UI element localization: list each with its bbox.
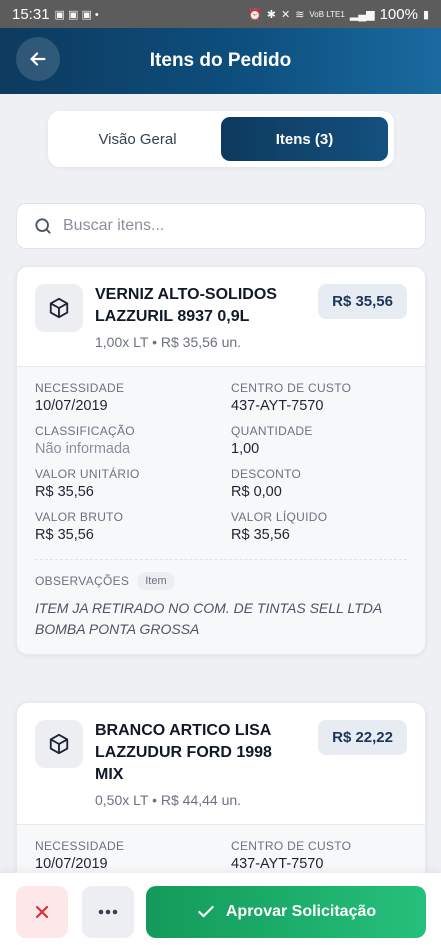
notification-icon: ▣ ▣ ▣ • [54,8,99,21]
item-qty-line: 1,00x LT [95,334,149,350]
segmented-tabs: Visão Geral Itens (3) [48,111,394,167]
package-icon [49,733,69,755]
app-header: Itens do Pedido [0,28,441,94]
observations-header: OBSERVAÇÕES Item [35,572,407,590]
observations-text: ITEM JA RETIRADO NO COM. DE TINTAS SELL … [35,600,382,637]
field-need: NECESSIDADE 10/07/2019 [35,839,125,872]
reject-button[interactable] [16,886,68,938]
field-need: NECESSIDADE 10/07/2019 [35,381,125,414]
item-icon-box [35,284,83,332]
tab-items[interactable]: Itens (3) [221,117,388,161]
item-qty: 0,50x LT • R$ 44,44 un. [95,792,407,808]
tab-overview[interactable]: Visão Geral [54,117,221,161]
field-cost-center: CENTRO DE CUSTO 437-AYT-7570 [231,839,352,872]
close-icon [35,905,49,919]
battery-icon: ▮ [422,8,429,21]
item-unit-price: R$ 35,56 un. [160,334,242,350]
item-name: VERNIZ ALTO-SOLIDOS LAZZURIL 8937 0,9L [95,286,277,325]
page-title: Itens do Pedido [149,50,292,71]
item-qty-line: 0,50x LT [95,792,149,808]
field-discount: DESCONTO R$ 0,00 [231,467,302,500]
check-icon [198,905,214,918]
item-details: NECESSIDADE 10/07/2019 CENTRO DE CUSTO 437… [17,366,425,654]
action-bar: Aprovar Solicitação [0,873,441,945]
item-unit-price: R$ 44,44 un. [160,792,242,808]
battery-level: 100% [379,5,418,23]
more-options-button[interactable] [82,886,134,938]
field-net-value: VALOR LÍQUIDO R$ 35,56 [231,510,328,543]
mute-icon: ✕ [280,8,291,21]
dot-separator: • [152,792,161,808]
item-qty: 1,00x LT • R$ 35,56 un. [95,334,407,350]
item-card-header: VERNIZ ALTO-SOLIDOS LAZZURIL 8937 0,9L 1… [17,267,425,350]
item-total-badge: R$ 35,56 [318,284,407,319]
status-bar: 15:31 ▣ ▣ ▣ • ⏰ ✱ ✕ ≋ VoB LTE1 ▂▄▆ 100% … [0,0,441,28]
bluetooth-icon: ✱ [266,8,276,21]
item-card-header: BRANCO ARTICO LISA LAZZUDUR FORD 1998 MI… [17,703,425,808]
field-classification: CLASSIFICAÇÃO Não informada [35,424,135,457]
search-bar [16,203,426,249]
field-unit-value: VALOR UNITÁRIO R$ 35,56 [35,467,140,500]
item-total-badge: R$ 22,22 [318,720,407,755]
wifi-icon: ≋ [295,8,305,21]
item-card: VERNIZ ALTO-SOLIDOS LAZZURIL 8937 0,9L 1… [16,266,426,655]
divider [35,559,407,560]
dot-separator: • [152,334,161,350]
item-fields-grid: NECESSIDADE 10/07/2019 CENTRO DE CUSTO 437… [35,381,407,543]
field-quantity: QUANTIDADE 1,00 [231,424,313,457]
back-button[interactable] [16,37,60,81]
approve-button[interactable]: Aprovar Solicitação [146,886,426,938]
network-label: VoB LTE1 [309,9,345,19]
approve-label: Aprovar Solicitação [225,903,377,920]
alarm-icon: ⏰ [248,8,262,21]
signal-icon: ▂▄▆ [349,8,375,21]
field-gross-value: VALOR BRUTO R$ 35,56 [35,510,124,543]
search-input[interactable] [63,217,403,235]
status-time: 15:31 [12,5,50,23]
item-fields-grid: NECESSIDADE 10/07/2019 CENTRO DE CUSTO 437… [35,839,407,872]
field-cost-center: CENTRO DE CUSTO 437-AYT-7570 [231,381,352,414]
more-icon [98,909,118,915]
item-name: BRANCO ARTICO LISA LAZZUDUR FORD 1998 MI… [95,722,272,783]
arrow-left-icon [30,52,46,66]
package-icon [49,297,69,319]
observations-label: OBSERVAÇÕES [35,574,130,588]
observations-badge: Item [137,572,175,590]
item-icon-box [35,720,83,768]
search-icon [35,218,51,234]
